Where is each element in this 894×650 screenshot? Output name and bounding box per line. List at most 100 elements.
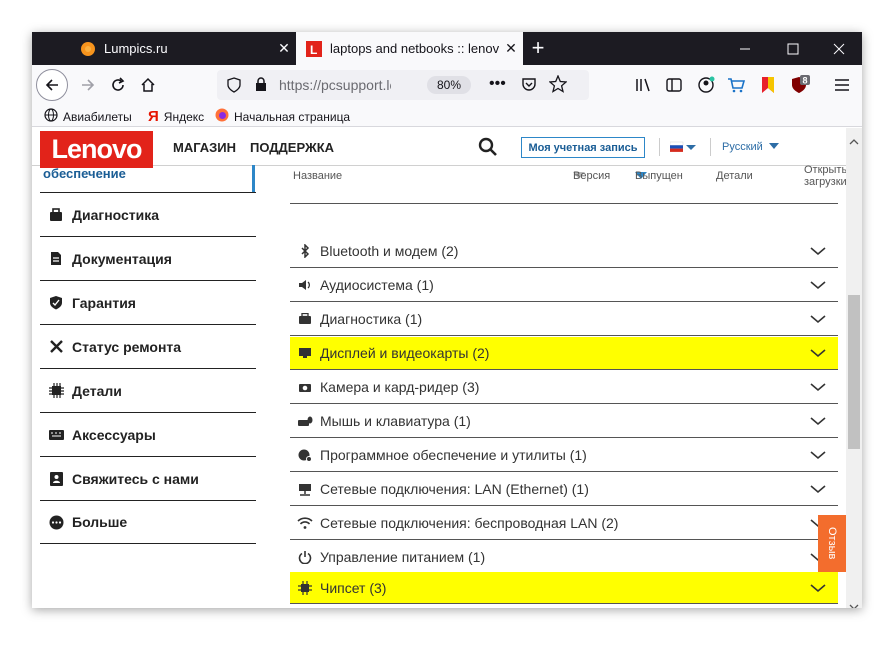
url-text[interactable]: https://pcsupport.lenovo.com (279, 77, 391, 93)
sidebar-item-warranty[interactable]: Гарантия (40, 280, 256, 324)
sidebar-item-parts[interactable]: Детали (40, 368, 256, 412)
sidebar-item-repair-status[interactable]: Статус ремонта (40, 324, 256, 368)
firefox-icon (215, 108, 229, 125)
scroll-up-icon[interactable] (849, 132, 859, 150)
chevron-down-icon[interactable] (798, 348, 838, 358)
column-released[interactable]: Выпущен (635, 170, 683, 182)
feedback-tab[interactable]: Отзыв (818, 515, 846, 572)
bookmark-label: Авиабилеты (63, 109, 132, 124)
search-icon[interactable] (478, 137, 498, 162)
bluetooth-icon (290, 244, 320, 258)
bookmark-star-icon[interactable] (548, 74, 568, 98)
bookmark-yandex[interactable]: Я Яндекс (148, 108, 204, 125)
lenovo-logo[interactable]: Lenovo (40, 131, 153, 168)
language-selector[interactable]: Русский (722, 141, 780, 153)
page-actions-icon[interactable]: ••• (489, 75, 506, 93)
close-window-button[interactable] (816, 32, 862, 65)
scrollbar-thumb[interactable] (848, 295, 860, 449)
sidebar-current-item[interactable]: обеспечение (43, 165, 255, 192)
forward-button[interactable] (72, 69, 104, 101)
minimize-button[interactable] (722, 32, 768, 65)
address-bar[interactable]: https://pcsupport.lenovo.com 80% ••• (217, 70, 589, 100)
chevron-down-icon[interactable] (798, 314, 838, 324)
account-icon[interactable] (690, 69, 722, 101)
column-details[interactable]: Детали (716, 170, 753, 182)
new-tab-button[interactable]: + (526, 36, 550, 60)
category-row-lan[interactable]: Сетевые подключения: LAN (Ethernet) (1) (290, 473, 838, 506)
zoom-indicator[interactable]: 80% (427, 76, 471, 94)
wifi-icon (290, 517, 320, 529)
category-label: Чипсет (3) (320, 579, 387, 596)
page-scrollbar[interactable] (846, 128, 862, 608)
chevron-down-icon[interactable] (798, 246, 838, 256)
active-indicator (252, 165, 255, 192)
country-flag-icon[interactable] (669, 140, 698, 158)
column-name[interactable]: Название (293, 170, 342, 182)
nav-shop-link[interactable]: МАГАЗИН (173, 140, 236, 155)
column-version[interactable]: Версия (573, 170, 610, 182)
bookmark-start-page[interactable]: Начальная страница (215, 108, 350, 125)
nav-support-link[interactable]: ПОДДЕРЖКА (250, 140, 334, 155)
speaker-icon (290, 279, 320, 291)
toolbox-icon (40, 207, 72, 222)
category-row-diagnostics[interactable]: Диагностика (1) (290, 303, 838, 336)
home-button[interactable] (132, 69, 164, 101)
sidebar-item-documentation[interactable]: Документация (40, 236, 256, 280)
reload-button[interactable] (102, 69, 134, 101)
category-label: Аудиосистема (1) (320, 277, 434, 293)
category-row-display[interactable]: Дисплей и видеокарты (2) (290, 337, 838, 370)
sidebar-item-contact[interactable]: Свяжитесь с нами (40, 456, 256, 500)
category-row-software[interactable]: Программное обеспечение и утилиты (1) (290, 439, 838, 472)
category-row-bluetooth[interactable]: Bluetooth и модем (2) (290, 235, 838, 268)
tab-lenovo[interactable]: L laptops and netbooks :: lenovo ✕ (296, 32, 523, 65)
chevron-down-icon[interactable] (798, 382, 838, 392)
keyboard-icon (40, 429, 72, 440)
category-label: Сетевые подключения: беспроводная LAN (2… (320, 515, 619, 531)
menu-icon[interactable] (826, 69, 858, 101)
category-label: Дисплей и видеокарты (2) (320, 345, 490, 361)
column-label: Версия (573, 170, 611, 182)
cart-extension-icon[interactable] (720, 69, 752, 101)
chevron-down-icon[interactable] (798, 450, 838, 460)
more-icon (40, 515, 72, 530)
category-row-audio[interactable]: Аудиосистема (1) (290, 269, 838, 302)
tab-close-icon[interactable]: ✕ (272, 40, 296, 57)
back-button[interactable] (36, 69, 68, 101)
pocket-icon[interactable] (521, 76, 537, 97)
sidebar-item-label: Больше (72, 514, 128, 530)
mouse-keyboard-icon (290, 415, 320, 427)
chevron-down-icon[interactable] (798, 280, 838, 290)
power-icon (290, 550, 320, 564)
language-label: Русский (722, 141, 763, 153)
my-account-button[interactable]: Моя учетная запись (521, 137, 645, 158)
tab-bar: Lumpics.ru ✕ L laptops and netbooks :: l… (32, 32, 862, 65)
category-label: Диагностика (1) (320, 311, 423, 327)
bookmarks-toolbar: Авиабилеты Я Яндекс Начальная страница (32, 105, 862, 127)
bookmark-extension-icon[interactable] (752, 69, 784, 101)
column-open-downloads[interactable]: Открытые загрузки (774, 164, 856, 188)
library-icon[interactable] (628, 69, 660, 101)
sidebar-item-diagnostics[interactable]: Диагностика (40, 192, 256, 236)
sidebar-toggle-icon[interactable] (658, 69, 690, 101)
bookmark-aviabilety[interactable]: Авиабилеты (44, 108, 132, 125)
category-row-mouse-keyboard[interactable]: Мышь и клавиатура (1) (290, 405, 838, 438)
category-row-power[interactable]: Управление питанием (1) (290, 541, 838, 574)
chevron-down-icon[interactable] (798, 484, 838, 494)
tab-lumpics[interactable]: Lumpics.ru ✕ (70, 32, 296, 65)
tracking-shield-icon[interactable] (227, 77, 241, 98)
column-label: Выпущен (635, 170, 683, 182)
sidebar-item-more[interactable]: Больше (40, 500, 256, 544)
shield-icon (40, 295, 72, 310)
category-row-wireless-lan[interactable]: Сетевые подключения: беспроводная LAN (2… (290, 507, 838, 540)
lock-icon[interactable] (255, 77, 267, 97)
tab-close-icon[interactable]: ✕ (499, 40, 523, 57)
scroll-down-icon[interactable] (849, 597, 859, 608)
category-row-camera[interactable]: Камера и кард-ридер (3) (290, 371, 838, 404)
sidebar-item-accessories[interactable]: Аксессуары (40, 412, 256, 456)
maximize-button[interactable] (770, 32, 816, 65)
chevron-down-icon[interactable] (798, 583, 838, 593)
sidebar-current-label: обеспечение (43, 166, 126, 181)
ublock-extension-icon[interactable]: 8 (784, 69, 816, 101)
chevron-down-icon[interactable] (798, 416, 838, 426)
category-row-chipset[interactable]: Чипсет (3) (290, 572, 838, 604)
